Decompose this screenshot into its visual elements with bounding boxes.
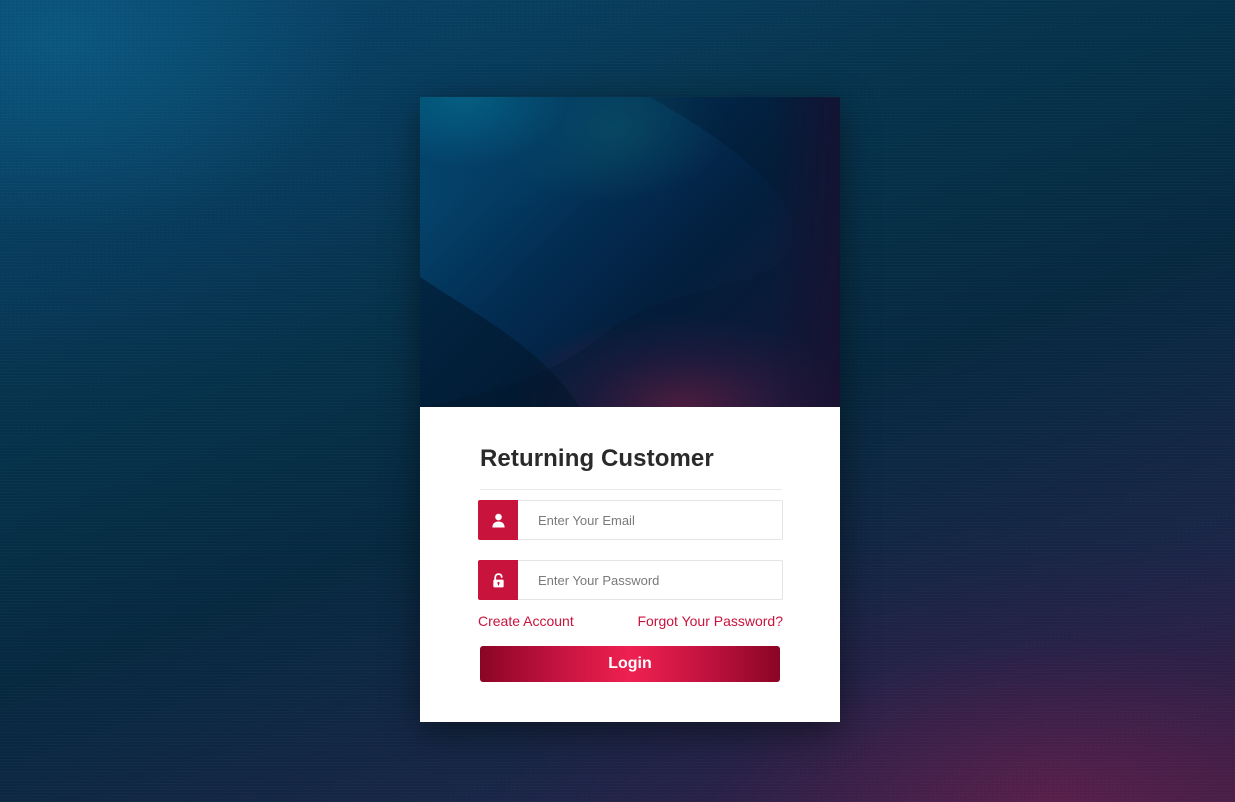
login-card: Returning Customer Enter Your Email Crea… — [420, 97, 840, 722]
login-form: Returning Customer Enter Your Email Crea… — [420, 407, 840, 722]
forgot-password-link[interactable]: Forgot Your Password? — [637, 613, 783, 629]
login-button[interactable]: Login — [480, 646, 780, 682]
email-input[interactable] — [518, 500, 783, 540]
unlock-icon — [478, 560, 518, 600]
hero-image — [420, 97, 840, 407]
user-icon — [478, 500, 518, 540]
hero-wave-decoration — [420, 97, 840, 407]
account-links: Create Account Forgot Your Password? — [478, 613, 783, 629]
email-field-group — [478, 500, 783, 540]
create-account-link[interactable]: Create Account — [478, 613, 574, 629]
form-title: Returning Customer — [480, 445, 714, 472]
title-divider — [480, 489, 782, 490]
password-field-group — [478, 560, 783, 600]
password-input[interactable] — [518, 560, 783, 600]
